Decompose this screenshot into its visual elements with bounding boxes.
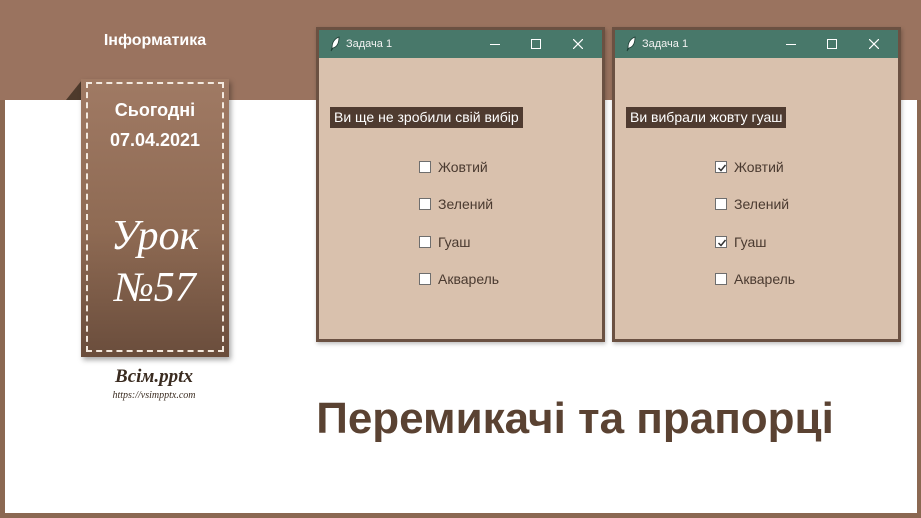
minimize-icon <box>490 44 500 45</box>
maximize-icon <box>827 39 837 49</box>
minimize-icon <box>786 44 796 45</box>
checkbox-label: Зелений <box>438 196 494 212</box>
checkbox-box[interactable] <box>419 236 431 248</box>
checkbox-green[interactable]: Зелений <box>419 194 493 214</box>
window-title: Задача 1 <box>642 38 689 50</box>
lesson-tag: Сьогодні 07.04.2021 Урок №57 <box>81 79 229 357</box>
checkbox-box[interactable] <box>419 273 431 285</box>
lesson-number: №57 <box>114 265 196 311</box>
close-button[interactable] <box>558 30 598 58</box>
checkbox-label: Гуаш <box>438 234 471 250</box>
feather-icon <box>626 36 636 52</box>
maximize-icon <box>531 39 541 49</box>
checkbox-label: Акварель <box>438 271 500 287</box>
maximize-button[interactable] <box>516 30 556 58</box>
app-window-1: Задача 1 Ви ще не зробили свій вибір Жов… <box>316 27 605 342</box>
checkbox-watercolor[interactable]: Акварель <box>715 269 795 289</box>
checkbox-box-checked[interactable] <box>715 161 727 173</box>
brand-logo-text: Всім.pptx <box>115 366 193 387</box>
frame-bottom <box>0 513 921 518</box>
checkbox-green[interactable]: Зелений <box>715 194 789 214</box>
window-titlebar[interactable]: Задача 1 <box>615 30 898 58</box>
checkmark-icon <box>717 164 727 172</box>
checkbox-gouache[interactable]: Гуаш <box>715 232 767 252</box>
checkbox-label: Зелений <box>734 196 790 212</box>
today-label: Сьогодні <box>114 100 196 120</box>
ribbon-fold <box>66 80 82 100</box>
checkbox-label: Жовтий <box>734 159 784 175</box>
checkbox-label: Гуаш <box>734 234 767 250</box>
lesson-tag-stitching: Сьогодні 07.04.2021 Урок №57 <box>86 82 224 352</box>
checkbox-box[interactable] <box>419 198 431 210</box>
frame-left <box>0 100 5 518</box>
checkbox-yellow[interactable]: Жовтий <box>715 157 784 177</box>
minimize-button[interactable] <box>772 30 812 58</box>
checkbox-box[interactable] <box>715 198 727 210</box>
minimize-button[interactable] <box>476 30 516 58</box>
close-button[interactable] <box>854 30 894 58</box>
maximize-button[interactable] <box>812 30 852 58</box>
lesson-word: Урок <box>110 213 200 259</box>
status-label: Ви вибрали жовту гуаш <box>626 107 787 128</box>
checkbox-box[interactable] <box>715 273 727 285</box>
close-icon <box>869 39 879 49</box>
checkmark-icon <box>717 239 727 247</box>
subject-label: Інформатика <box>103 32 207 49</box>
checkbox-watercolor[interactable]: Акварель <box>419 269 499 289</box>
feather-icon <box>330 36 340 52</box>
status-label: Ви ще не зробили свій вибір <box>330 107 523 128</box>
window-title: Задача 1 <box>346 38 393 50</box>
checkbox-label: Акварель <box>734 271 796 287</box>
checkbox-box[interactable] <box>419 161 431 173</box>
frame-right <box>917 100 921 518</box>
date-label: 07.04.2021 <box>109 130 201 150</box>
checkbox-yellow[interactable]: Жовтий <box>419 157 488 177</box>
checkbox-box-checked[interactable] <box>715 236 727 248</box>
window-titlebar[interactable]: Задача 1 <box>319 30 602 58</box>
brand-url: https://vsimpptx.com <box>112 390 196 401</box>
close-icon <box>573 39 583 49</box>
slide-title: Перемикачі та прапорці <box>316 394 834 443</box>
app-window-2: Задача 1 Ви вибрали жовту гуаш Жовтий Зе… <box>612 27 901 342</box>
checkbox-label: Жовтий <box>438 159 488 175</box>
checkbox-gouache[interactable]: Гуаш <box>419 232 471 252</box>
